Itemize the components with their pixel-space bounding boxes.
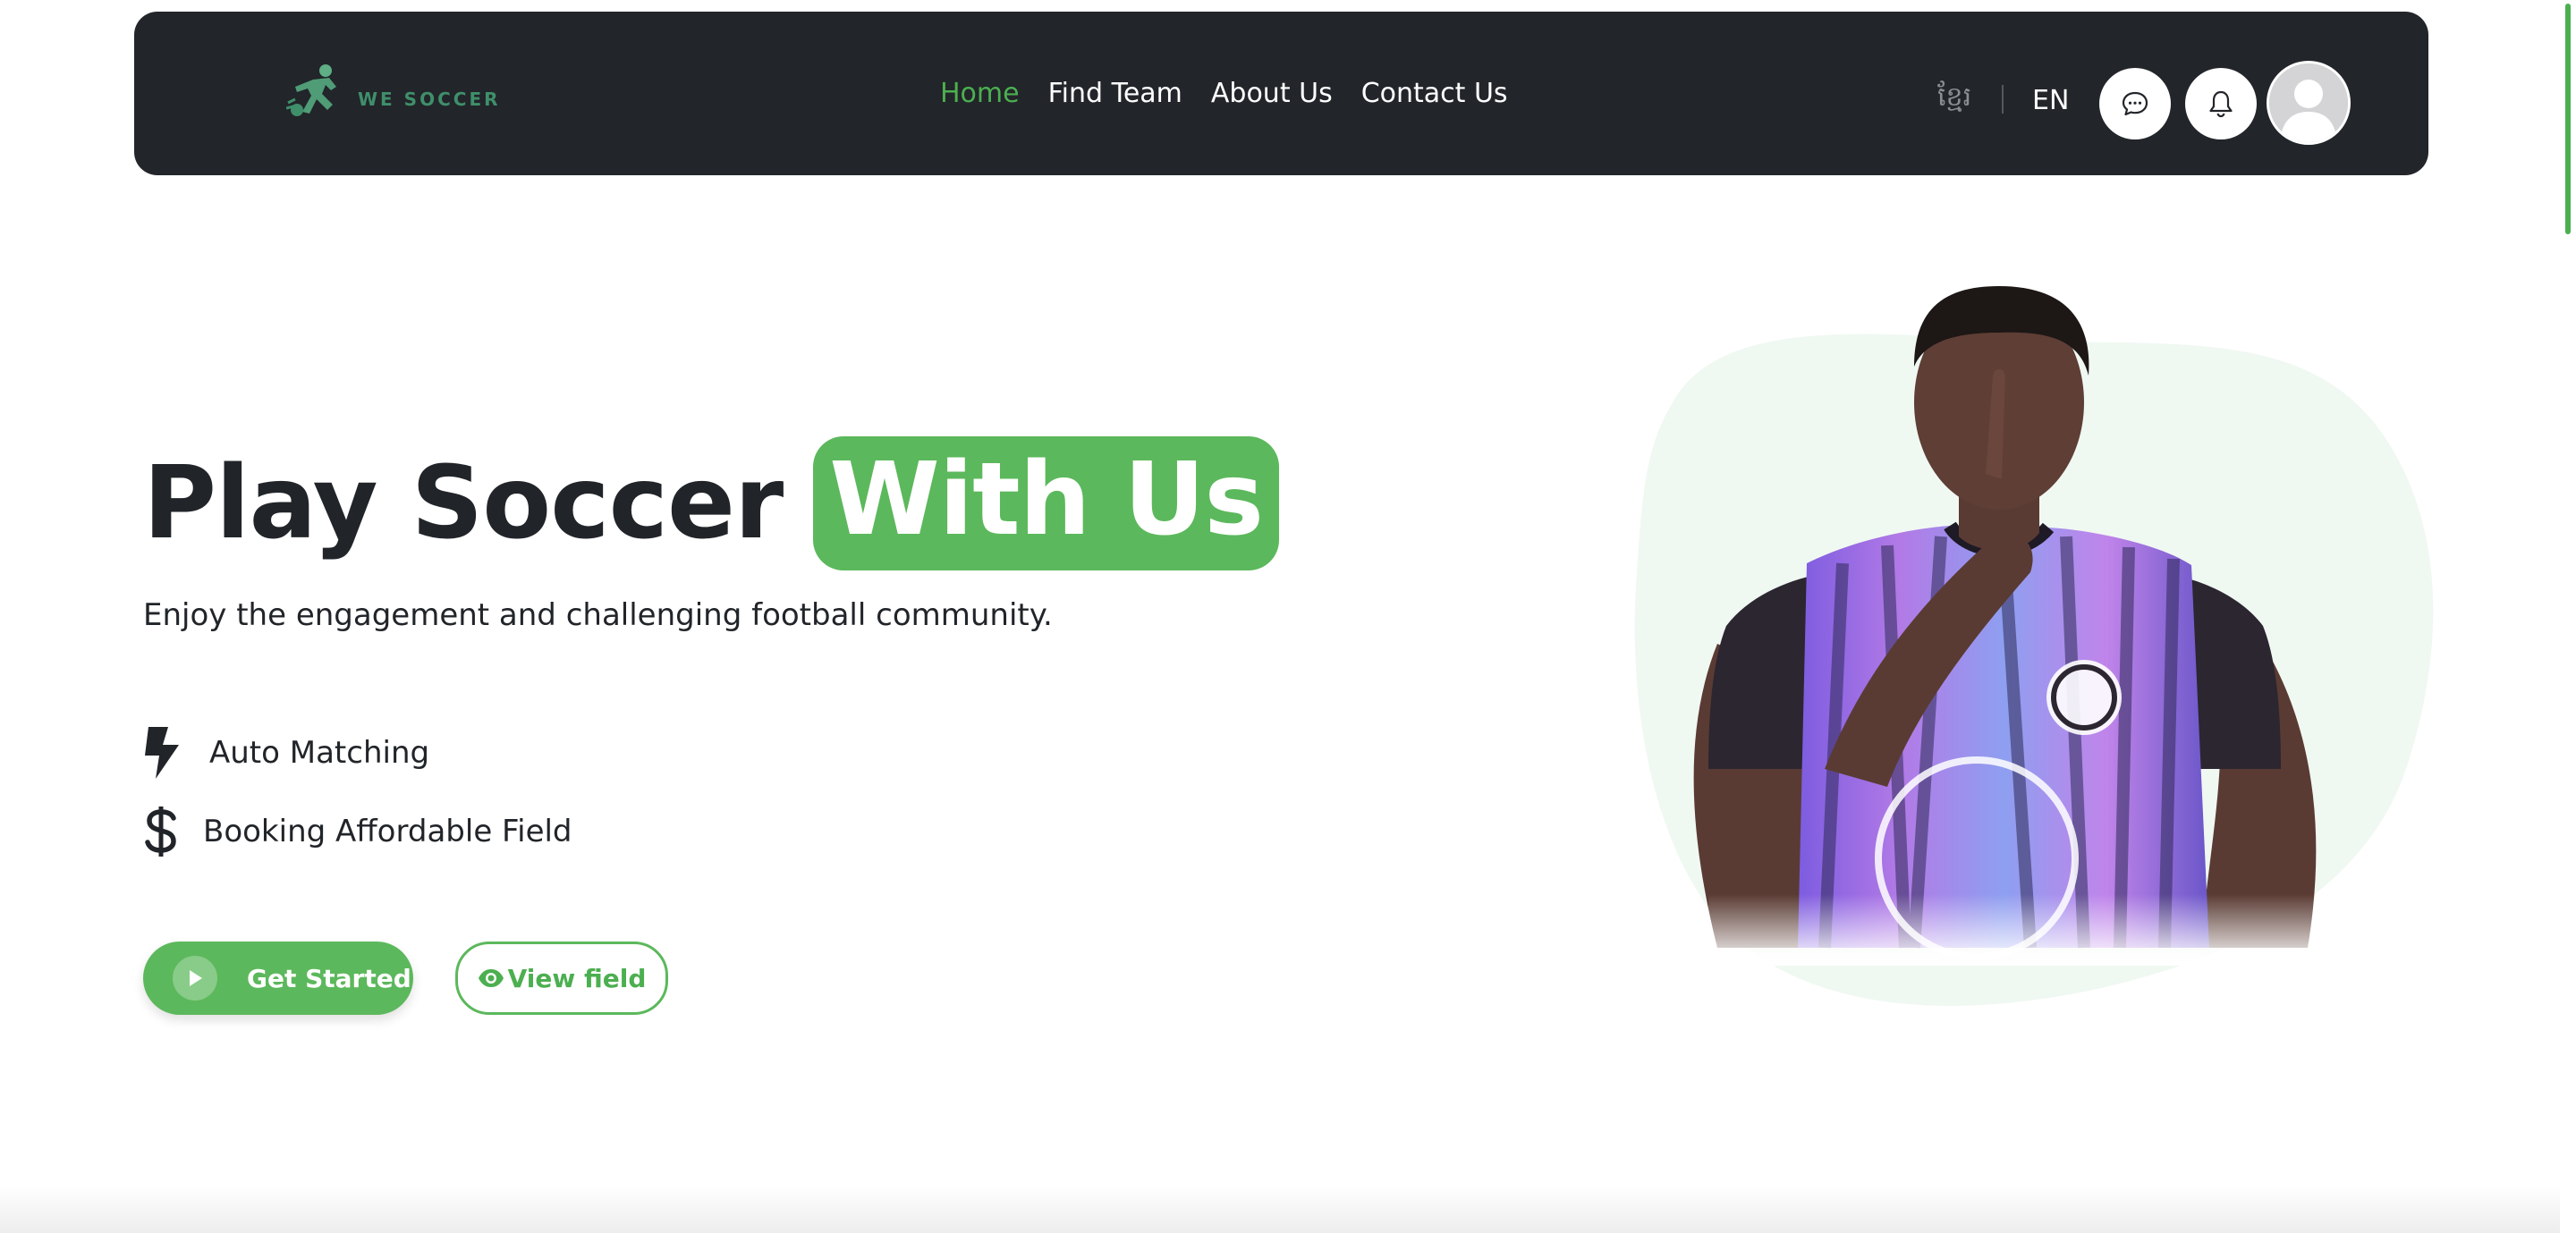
user-avatar-icon bbox=[2269, 63, 2348, 142]
get-started-button[interactable]: Get Started bbox=[143, 942, 413, 1015]
hero-title-highlight: With Us bbox=[813, 436, 1280, 570]
play-icon bbox=[173, 956, 217, 1001]
nav-contact-us[interactable]: Contact Us bbox=[1361, 78, 1508, 109]
nav-about-us[interactable]: About Us bbox=[1211, 78, 1333, 109]
logo[interactable]: WE SOCCER bbox=[286, 63, 501, 119]
hero-title-text: Play Soccer bbox=[143, 445, 784, 562]
language-divider bbox=[2002, 85, 2004, 114]
feature-affordable-field: Booking Affordable Field bbox=[143, 805, 572, 858]
get-started-label: Get Started bbox=[247, 963, 411, 993]
scrollbar-thumb[interactable] bbox=[2565, 4, 2571, 234]
scrollbar[interactable] bbox=[2560, 0, 2576, 1233]
nav-home[interactable]: Home bbox=[940, 78, 1020, 109]
language-khmer[interactable]: ខ្មែរ bbox=[1937, 80, 1971, 119]
nav-find-team[interactable]: Find Team bbox=[1048, 78, 1182, 109]
navbar: WE SOCCER Home Find Team About Us Contac… bbox=[134, 12, 2428, 175]
lightning-bolt-icon bbox=[143, 726, 182, 780]
eye-icon bbox=[478, 969, 504, 987]
logo-text: WE SOCCER bbox=[358, 89, 501, 110]
hero-subtitle: Enjoy the engagement and challenging foo… bbox=[143, 597, 1053, 633]
view-field-label: View field bbox=[507, 963, 647, 993]
notifications-button[interactable] bbox=[2185, 68, 2257, 139]
user-avatar[interactable] bbox=[2267, 61, 2351, 145]
chat-bubble-icon bbox=[2122, 91, 2148, 116]
nav-links: Home Find Team About Us Contact Us bbox=[940, 12, 1537, 175]
feature-label: Auto Matching bbox=[209, 735, 430, 771]
hero-player-image bbox=[1634, 286, 2434, 1006]
dollar-icon bbox=[143, 805, 182, 858]
view-field-button[interactable]: View field bbox=[455, 942, 668, 1015]
feature-auto-matching: Auto Matching bbox=[143, 726, 429, 780]
feature-label: Booking Affordable Field bbox=[203, 814, 572, 849]
page: WE SOCCER Home Find Team About Us Contac… bbox=[0, 0, 2576, 1233]
language-english[interactable]: EN bbox=[2032, 85, 2069, 116]
chat-button[interactable] bbox=[2099, 68, 2171, 139]
bell-icon bbox=[2209, 90, 2233, 118]
bottom-section-shadow bbox=[0, 1185, 2560, 1233]
soccer-player-logo-icon bbox=[286, 64, 336, 116]
hero-title: Play Soccer With Us bbox=[143, 436, 1280, 570]
